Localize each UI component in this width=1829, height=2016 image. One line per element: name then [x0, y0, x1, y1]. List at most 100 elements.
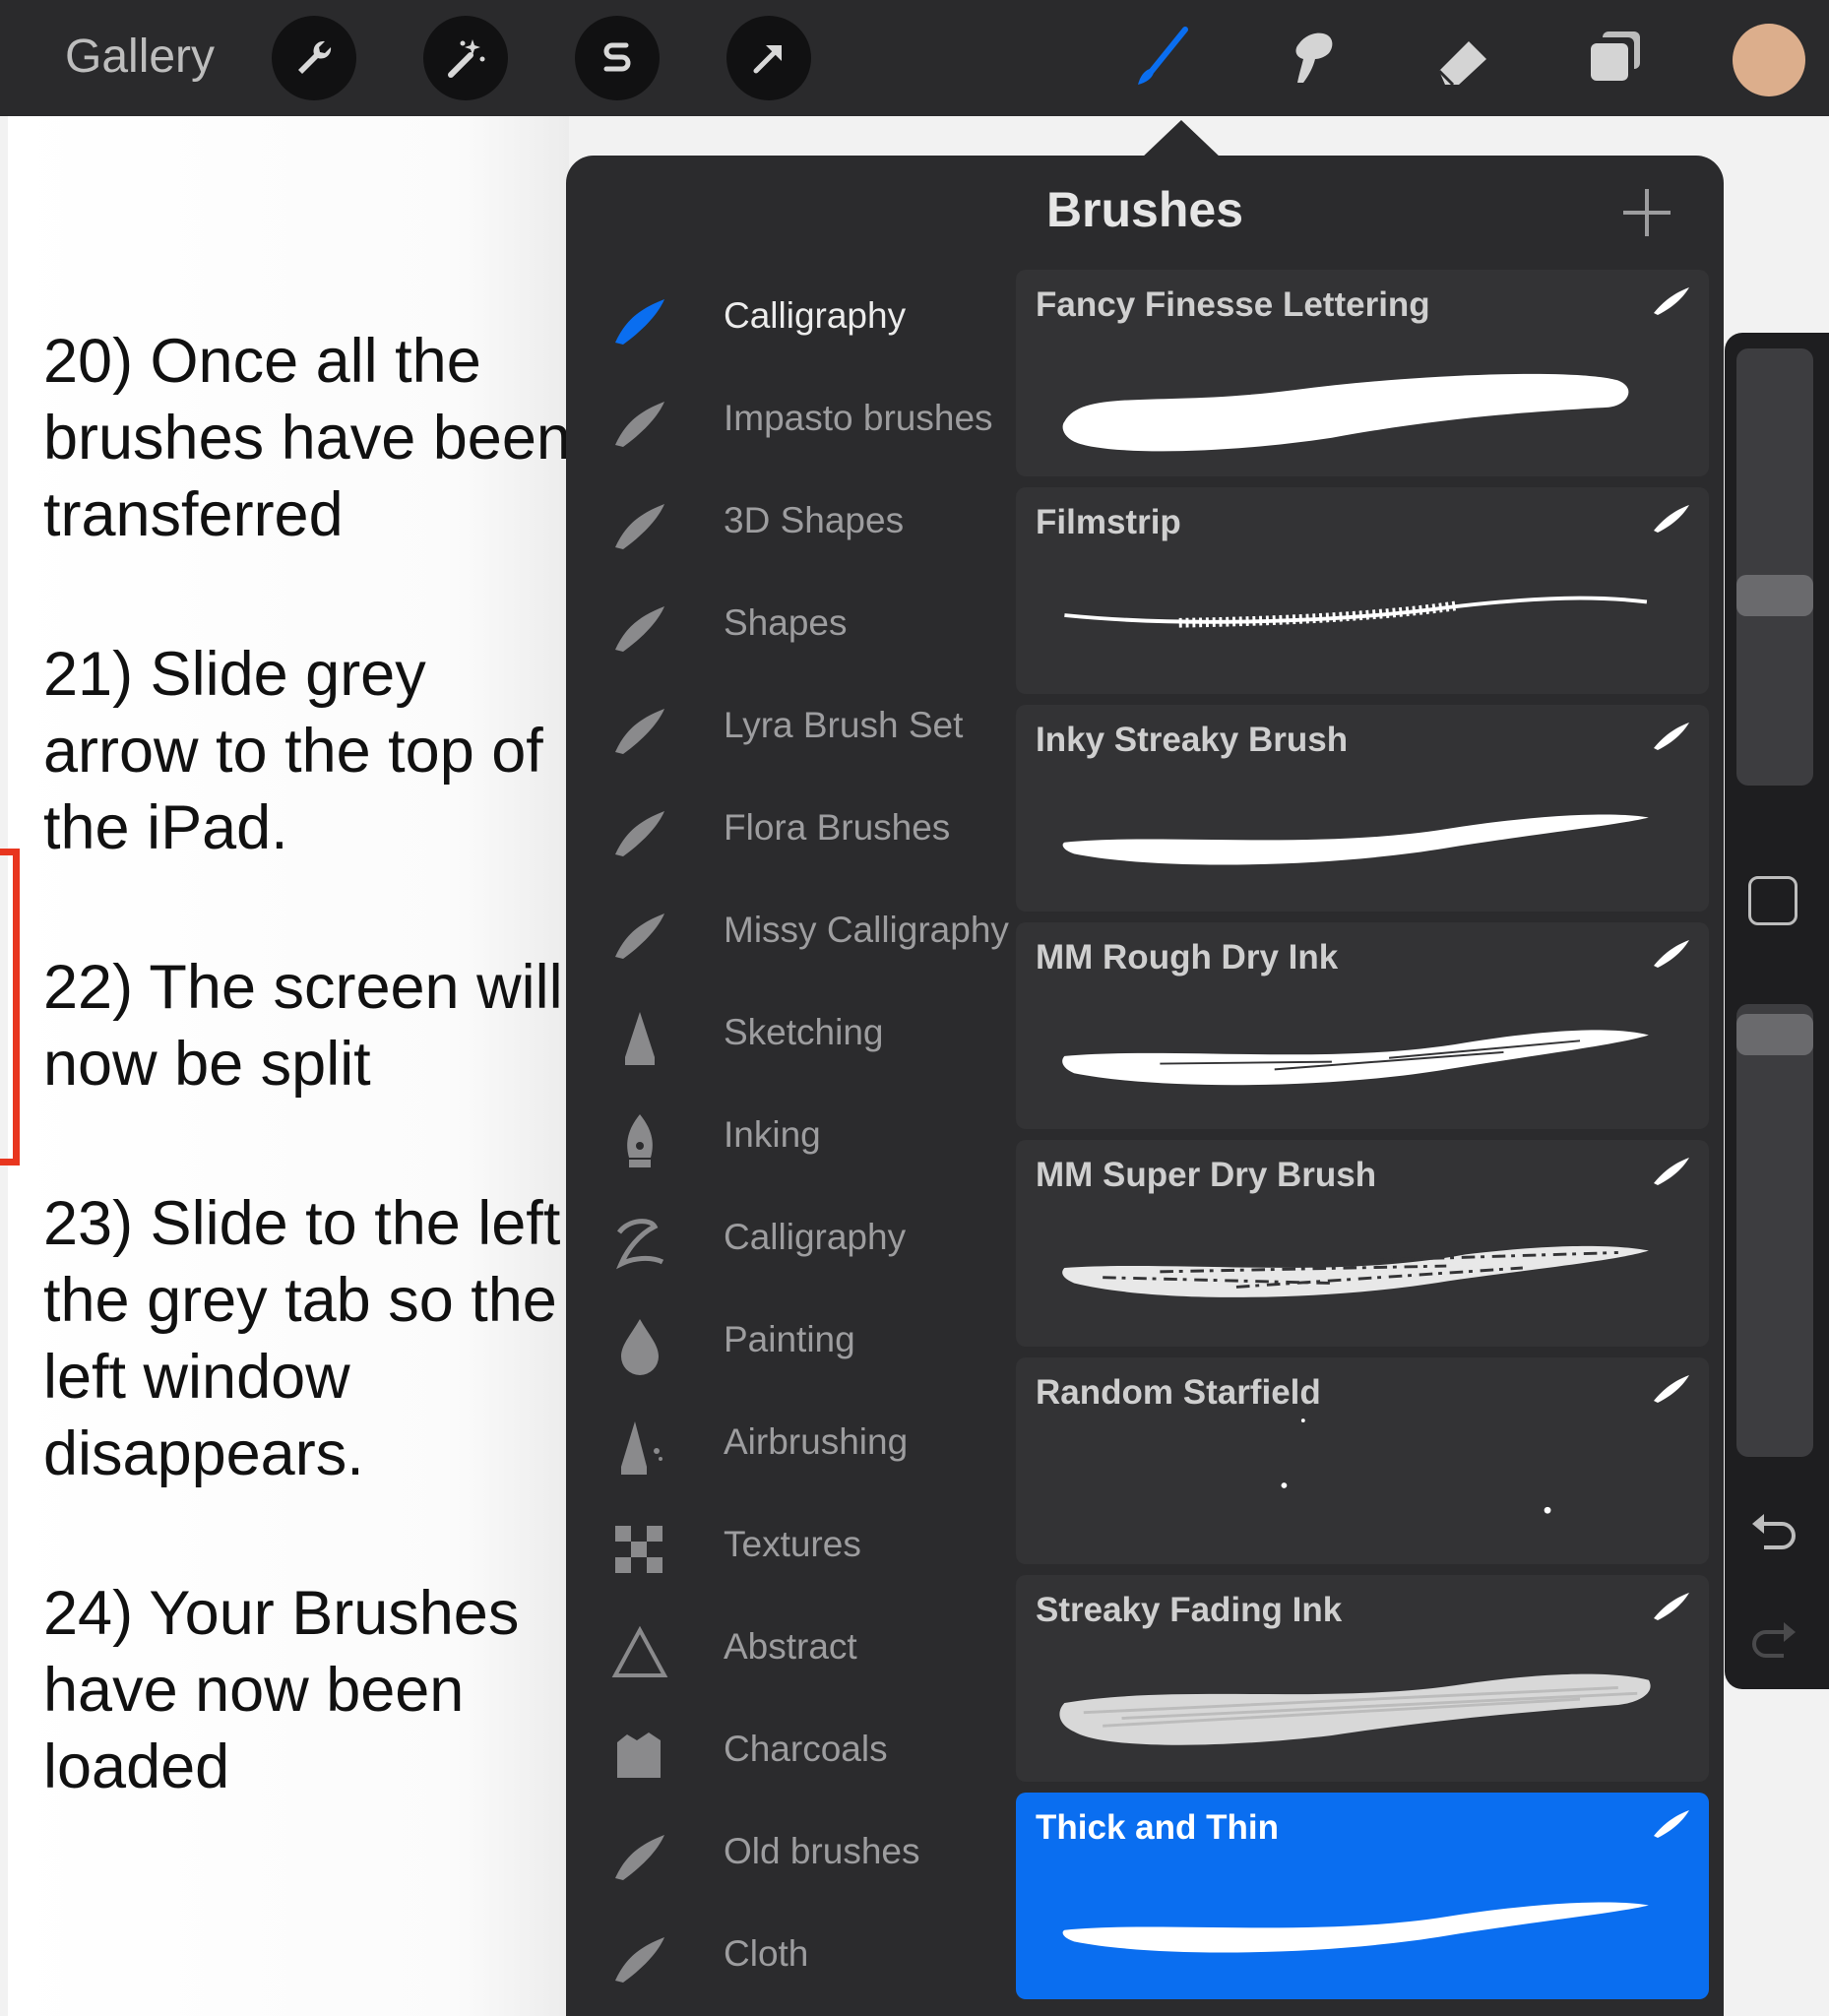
- top-toolbar: Gallery: [0, 0, 1829, 116]
- brush-card[interactable]: Random Starfield: [1016, 1357, 1709, 1564]
- brush-set-item[interactable]: Textures: [566, 1498, 1014, 1601]
- checker-texture-icon: [615, 1526, 662, 1573]
- brush-icon[interactable]: [1120, 16, 1205, 100]
- brush-stroke-preview: [1062, 1902, 1649, 1953]
- color-picker-swatch[interactable]: [1733, 24, 1805, 96]
- brush-stroke-preview: [1059, 1673, 1651, 1745]
- brush-name: Filmstrip: [1036, 503, 1181, 541]
- instruction-step-22: 22) The screen will now be split: [43, 953, 563, 1099]
- brush-set-item[interactable]: Airbrushing: [566, 1396, 1014, 1498]
- magic-wand-icon[interactable]: [423, 16, 508, 100]
- highlight-bracket: [0, 849, 20, 1166]
- stroke-icon: [615, 1937, 664, 1983]
- brush-set-item[interactable]: Shapes: [566, 577, 1014, 679]
- brush-set-label: Painting: [724, 1319, 855, 1359]
- brush-card[interactable]: MM Super Dry Brush: [1016, 1140, 1709, 1347]
- brush-card[interactable]: Inky Streaky Brush: [1016, 705, 1709, 912]
- brush-set-label: Sketching: [724, 1012, 884, 1052]
- brush-set-item[interactable]: Lyra Brush Set: [566, 679, 1014, 782]
- brush-set-label: Airbrushing: [724, 1421, 909, 1462]
- instruction-step-21: 21) Slide grey arrow to the top of the i…: [43, 640, 543, 862]
- brush-name: Fancy Finesse Lettering: [1036, 285, 1430, 324]
- brush-type-stroke-icon: [1654, 1375, 1689, 1403]
- instruction-step-20: 20) Once all the brushes have been trans…: [43, 327, 571, 549]
- instruction-step-24: 24) Your Brushes have now been loaded: [43, 1579, 520, 1801]
- brush-type-stroke-icon: [1654, 1158, 1689, 1185]
- brush-set-item[interactable]: Flora Brushes: [566, 782, 1014, 884]
- brush-set-label: Impasto brushes: [724, 398, 993, 438]
- brush-card[interactable]: Filmstrip: [1016, 487, 1709, 694]
- brush-name: MM Rough Dry Ink: [1036, 938, 1339, 976]
- brush-type-stroke-icon: [1654, 1593, 1689, 1620]
- brush-stroke-preview: [1062, 1030, 1649, 1086]
- brush-name: MM Super Dry Brush: [1036, 1156, 1377, 1194]
- brush-stroke-preview: [1062, 814, 1649, 865]
- brush-stroke-preview: [1281, 1418, 1551, 1514]
- transform-arrow-icon[interactable]: [726, 16, 811, 100]
- opacity-slider[interactable]: [1736, 1004, 1813, 1457]
- brush-card[interactable]: MM Rough Dry Ink: [1016, 922, 1709, 1129]
- brush-name: Thick and Thin: [1036, 1808, 1279, 1847]
- stroke-icon: [615, 709, 664, 754]
- stroke-icon: [615, 504, 664, 549]
- smudge-icon[interactable]: [1270, 16, 1355, 100]
- add-brush-plus-icon[interactable]: [1617, 183, 1676, 242]
- brush-set-label: Shapes: [724, 602, 848, 643]
- triangle-icon: [611, 1625, 668, 1677]
- brush-stroke-preview: [1062, 1245, 1649, 1297]
- brush-type-stroke-icon: [1654, 505, 1689, 533]
- brush-set-item[interactable]: Painting: [566, 1293, 1014, 1396]
- stroke-icon: [615, 299, 664, 345]
- brush-library-list: Fancy Finesse Lettering Filmstrip Inky Str…: [1015, 270, 1724, 2016]
- brush-size-thumb[interactable]: [1736, 575, 1813, 616]
- pencil-tip-icon: [625, 1012, 655, 1065]
- stroke-icon: [615, 402, 664, 447]
- airbrush-icon: [621, 1421, 662, 1475]
- panel-pointer: [1140, 120, 1223, 159]
- brush-type-stroke-icon: [1654, 723, 1689, 750]
- pen-nib-icon: [627, 1114, 653, 1167]
- brush-set-item[interactable]: Calligraphy: [566, 270, 1014, 372]
- wrench-icon[interactable]: [272, 16, 356, 100]
- redo-icon[interactable]: [1748, 1618, 1799, 1666]
- undo-icon[interactable]: [1748, 1510, 1799, 1557]
- brush-stroke-preview: [1064, 596, 1648, 628]
- selection-s-icon[interactable]: [575, 16, 660, 100]
- brush-set-item[interactable]: Missy Calligraphy: [566, 884, 1014, 986]
- brush-card[interactable]: Thick and Thin: [1016, 1793, 1709, 1999]
- brush-stroke-preview: [1062, 373, 1629, 452]
- brush-set-label: Textures: [724, 1524, 861, 1564]
- brush-set-item[interactable]: Abstract: [566, 1601, 1014, 1703]
- brush-set-item[interactable]: Charcoals: [566, 1703, 1014, 1805]
- brush-set-item[interactable]: Calligraphy: [566, 1191, 1014, 1293]
- brush-type-stroke-icon: [1654, 1810, 1689, 1838]
- stroke-icon: [615, 606, 664, 652]
- brush-set-label: Calligraphy: [724, 1217, 907, 1257]
- opacity-thumb[interactable]: [1736, 1014, 1813, 1055]
- brush-set-item[interactable]: 3D Shapes: [566, 474, 1014, 577]
- brush-set-item[interactable]: Old brushes: [566, 1805, 1014, 1908]
- brush-set-label: Old brushes: [724, 1831, 920, 1871]
- brush-name: Random Starfield: [1036, 1373, 1321, 1412]
- brush-set-list: Calligraphy Impasto brushes 3D Shapes Shape…: [566, 270, 1014, 2016]
- calligraphy-z-icon: [616, 1219, 664, 1270]
- brush-card[interactable]: Streaky Fading Ink: [1016, 1575, 1709, 1782]
- charcoal-icon: [617, 1732, 661, 1778]
- brush-set-item[interactable]: Cloth: [566, 1908, 1014, 2010]
- modify-square-button[interactable]: [1748, 876, 1797, 925]
- eraser-icon[interactable]: [1421, 16, 1506, 100]
- gallery-button[interactable]: Gallery: [65, 30, 215, 84]
- brush-set-item[interactable]: Inking: [566, 1089, 1014, 1191]
- brush-set-item[interactable]: Sketching: [566, 986, 1014, 1089]
- brush-set-label: Cloth: [724, 1933, 809, 1974]
- brush-name: Inky Streaky Brush: [1036, 721, 1349, 759]
- stroke-icon: [615, 811, 664, 856]
- brush-set-label: Lyra Brush Set: [724, 705, 964, 745]
- brush-size-slider[interactable]: [1736, 348, 1813, 786]
- brush-set-label: 3D Shapes: [724, 500, 905, 540]
- brush-set-label: Charcoals: [724, 1729, 888, 1769]
- brush-card[interactable]: Fancy Finesse Lettering: [1016, 270, 1709, 476]
- instruction-step-23: 23) Slide to the left the grey tab so th…: [43, 1189, 561, 1488]
- layers-icon[interactable]: [1573, 16, 1658, 100]
- brush-set-item[interactable]: Impasto brushes: [566, 372, 1014, 474]
